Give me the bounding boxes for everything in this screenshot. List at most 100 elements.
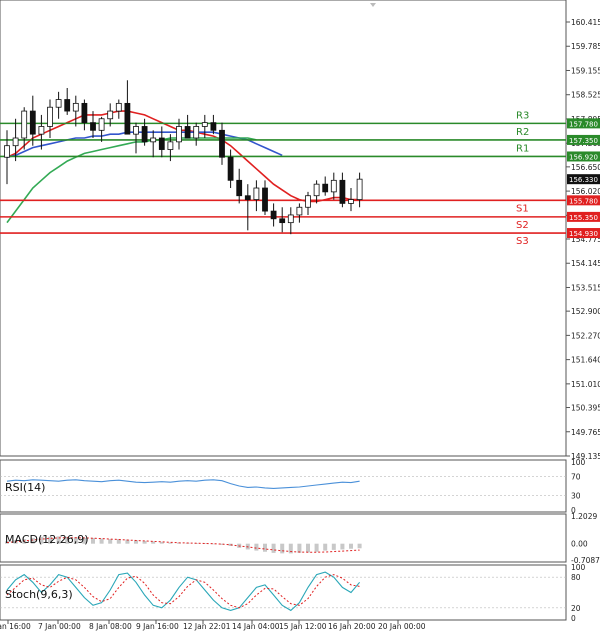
price-tick-label: 159.785 — [571, 42, 600, 51]
level-label: S3 — [516, 236, 529, 247]
stoch-label: Stoch(9,6,3) — [5, 588, 73, 601]
price-tick-label: 150.395 — [571, 404, 600, 413]
price-tick-label: 156.020 — [571, 187, 600, 196]
rsi-tick-label: 30 — [571, 492, 581, 501]
macd-histogram-bar — [271, 543, 276, 553]
level-tag-value: 155.350 — [569, 214, 598, 222]
macd-histogram-bar — [323, 543, 328, 551]
candle-body — [322, 183, 329, 193]
candle-body — [210, 122, 217, 131]
macd-histogram-bar — [99, 538, 104, 544]
macd-histogram-bar — [108, 539, 113, 544]
time-tick-label: 16 Jan 20:00 — [328, 622, 376, 631]
candle-body — [64, 99, 71, 112]
candle-body — [150, 137, 157, 143]
candle-body — [72, 102, 79, 112]
candle-body — [184, 126, 191, 139]
macd-histogram-bar — [314, 543, 319, 552]
candle-body — [339, 179, 346, 204]
candle-body — [12, 137, 19, 147]
macd-histogram-bar — [91, 537, 95, 544]
time-tick-label: 9 Jan 16:00 — [136, 622, 179, 631]
time-tick-label: 12 Jan 22:01 — [183, 622, 231, 631]
level-tag-value: 154.930 — [569, 230, 598, 238]
candle-body — [262, 187, 268, 212]
price-axis: 160.415159.785159.155158.525157.895157.2… — [566, 18, 600, 461]
rsi-panel — [0, 459, 567, 513]
candle-body — [176, 126, 182, 143]
level-tag-value: 155.780 — [569, 197, 598, 205]
stoch-tick-label: 100 — [571, 563, 586, 572]
macd-histogram-bar — [280, 543, 285, 554]
time-tick-label: 15 Jan 12:00 — [279, 622, 327, 631]
candle-body — [219, 129, 225, 158]
candle-body — [253, 187, 260, 200]
price-tick-label: 154.145 — [571, 259, 600, 268]
macd-histogram-bar — [263, 543, 267, 552]
price-panel — [0, 0, 567, 457]
candle-body — [47, 106, 53, 127]
candle-body — [270, 210, 277, 220]
candle-body — [90, 122, 96, 131]
candle-body — [313, 183, 320, 197]
price-tick-label: 152.270 — [571, 331, 600, 340]
price-tick-label: 156.650 — [571, 163, 600, 172]
macd-histogram-bar — [349, 543, 353, 549]
price-tick-label: 152.900 — [571, 307, 600, 316]
candle-body — [305, 195, 311, 208]
panel-frames — [0, 0, 567, 621]
candle-body — [236, 179, 243, 197]
macd-tick-label: 0.00 — [571, 540, 588, 549]
candle-body — [124, 102, 131, 135]
price-tick-label: 159.155 — [571, 66, 600, 75]
rsi-tick-label: 70 — [571, 472, 581, 481]
price-tick-label: 153.515 — [571, 283, 600, 292]
stoch-tick-label: 0 — [571, 614, 576, 623]
time-tick-label: 6 Jan 16:00 — [0, 622, 31, 631]
candle-body — [81, 102, 88, 124]
candle-body — [29, 110, 36, 135]
candle-body — [356, 178, 363, 200]
level-tag-value: 157.350 — [569, 137, 598, 145]
candle-body — [167, 141, 174, 150]
candle-body — [348, 199, 354, 204]
candle-body — [296, 206, 303, 216]
candle-body — [21, 110, 28, 139]
level-label: R2 — [516, 127, 529, 138]
level-tag-value: 156.920 — [569, 153, 598, 161]
candle-body — [4, 145, 10, 158]
macd-histogram-bar — [357, 543, 362, 549]
stoch-panel — [0, 564, 567, 621]
candle-body — [244, 195, 251, 200]
macd-histogram-bar — [331, 543, 336, 550]
time-tick-label: 8 Jan 08:00 — [89, 622, 132, 631]
level-label: S1 — [516, 203, 529, 214]
candle-body — [98, 118, 105, 131]
price-tick-label: 151.640 — [571, 356, 600, 365]
level-label: S2 — [516, 220, 529, 231]
candle-body — [38, 126, 45, 135]
candle-body — [227, 156, 234, 181]
chart-root: R3 R2 R1 S1 S2 S3 160.415 159.785 159.155 158.52… — [0, 0, 600, 631]
stoch-tick-label: 80 — [571, 573, 581, 582]
candle-body — [158, 137, 165, 150]
time-tick-label: 14 Jan 04:00 — [232, 622, 280, 631]
stoch-tick-label: 20 — [571, 604, 581, 613]
level-label: R3 — [516, 110, 529, 121]
candle-body — [287, 214, 294, 224]
price-tick-label: 149.765 — [571, 428, 600, 437]
candle-body — [115, 102, 122, 112]
level-label: R1 — [516, 143, 529, 154]
macd-tick-label: 1.2029 — [571, 512, 597, 521]
candle-body — [55, 99, 62, 108]
macd-label: MACD(12,26,9) — [5, 533, 89, 546]
level-tag-value: 157.780 — [569, 120, 598, 128]
time-axis: 6 Jan 16:00 7 Jan 00:00 8 Jan 08:00 9 Jan 1… — [0, 620, 426, 631]
macd-histogram-bar — [306, 543, 310, 553]
level-price-tags: 157.780 157.350 156.920 155.780 155.350 154.9… — [567, 118, 600, 239]
candle-body — [141, 126, 148, 143]
candle-body — [279, 218, 286, 224]
macd-histogram-bar — [254, 543, 259, 551]
candle-body — [201, 122, 208, 127]
price-tick-label: 160.415 — [571, 18, 600, 27]
